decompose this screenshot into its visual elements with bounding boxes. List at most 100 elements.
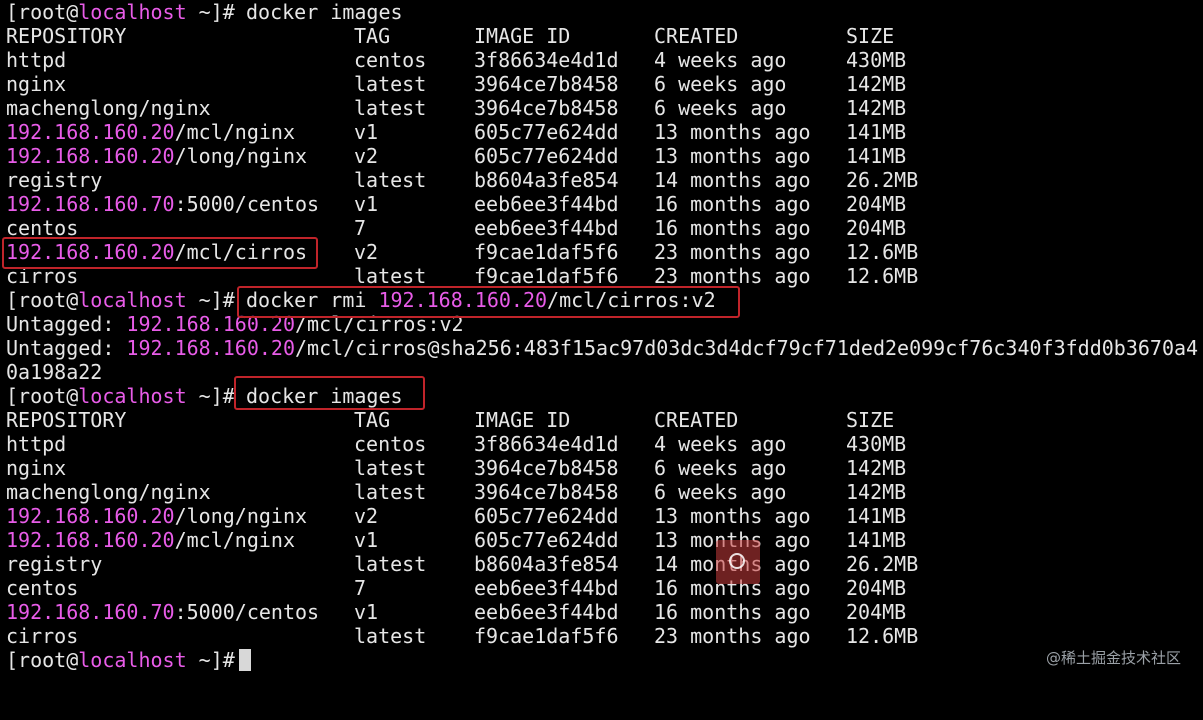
cell-size: 141MB bbox=[846, 144, 907, 168]
cell-size: 204MB bbox=[846, 216, 907, 240]
output-line: Untagged: 192.168.160.20/mcl/cirros:v2 bbox=[6, 312, 464, 336]
cell-image-id: 3964ce7b8458 bbox=[474, 96, 619, 120]
col-size: SIZE bbox=[846, 24, 895, 48]
table-row: machenglong/nginx latest 3964ce7b8458 6 wee… bbox=[6, 96, 906, 120]
cell-created: 6 weeks ago bbox=[654, 72, 787, 96]
cell-image-id: 3964ce7b8458 bbox=[474, 456, 619, 480]
cell-size: 430MB bbox=[846, 48, 907, 72]
cell-tag: latest bbox=[354, 96, 427, 120]
cell-tag: latest bbox=[354, 264, 427, 288]
command-text: docker rmi 192.168.160.20/mcl/cirros:v2 bbox=[246, 288, 716, 312]
table-row: 192.168.160.20/mcl/cirros v2 f9cae1daf5f6 2… bbox=[6, 240, 918, 264]
table-row: 192.168.160.20/mcl/nginx v1 605c77e624dd 13… bbox=[6, 528, 906, 552]
cell-image-id: 3f86634e4d1d bbox=[474, 432, 619, 456]
prompt: [root@localhost ~]# bbox=[6, 384, 235, 408]
cell-image-id: b8604a3fe854 bbox=[474, 168, 619, 192]
col-image-id: IMAGE ID bbox=[474, 24, 571, 48]
cell-tag: v1 bbox=[354, 528, 379, 552]
cell-tag: v2 bbox=[354, 504, 379, 528]
cell-tag: v2 bbox=[354, 144, 379, 168]
prompt-line: [root@localhost ~]# docker images bbox=[6, 384, 403, 408]
table-row: 192.168.160.70:5000/centos v1 eeb6ee3f44bd… bbox=[6, 192, 906, 216]
cell-repository: httpd bbox=[6, 48, 67, 72]
cell-tag: latest bbox=[354, 480, 427, 504]
table-row: 192.168.160.70:5000/centos v1 eeb6ee3f44bd… bbox=[6, 600, 906, 624]
cell-created: 4 weeks ago bbox=[654, 432, 787, 456]
cell-created: 6 weeks ago bbox=[654, 456, 787, 480]
cell-size: 12.6MB bbox=[846, 240, 919, 264]
table-row: centos 7 eeb6ee3f44bd 16 months ago 204MB bbox=[6, 216, 906, 240]
cell-size: 142MB bbox=[846, 480, 907, 504]
cell-size: 12.6MB bbox=[846, 264, 919, 288]
col-image-id: IMAGE ID bbox=[474, 408, 571, 432]
table-row: nginx latest 3964ce7b8458 6 weeks ago 142MB bbox=[6, 456, 906, 480]
cell-image-id: b8604a3fe854 bbox=[474, 552, 619, 576]
cell-repository: 192.168.160.20/mcl/nginx bbox=[6, 120, 295, 144]
watermark: @稀土掘金技术社区 bbox=[1045, 649, 1181, 667]
cell-size: 141MB bbox=[846, 528, 907, 552]
cell-tag: v1 bbox=[354, 600, 379, 624]
cell-repository: machenglong/nginx bbox=[6, 480, 211, 504]
table-row: machenglong/nginx latest 3964ce7b8458 6 wee… bbox=[6, 480, 906, 504]
table-header: REPOSITORY TAG IMAGE ID CREATED SIZE bbox=[6, 408, 894, 432]
cell-size: 26.2MB bbox=[846, 168, 919, 192]
cell-size: 141MB bbox=[846, 504, 907, 528]
cell-repository: 192.168.160.70:5000/centos bbox=[6, 192, 320, 216]
prompt: [root@localhost ~]# bbox=[6, 0, 235, 24]
cell-tag: v2 bbox=[354, 240, 379, 264]
prompt-line[interactable]: [root@localhost ~]# bbox=[6, 648, 251, 672]
circle-icon bbox=[729, 553, 745, 569]
cell-repository: 192.168.160.20/mcl/nginx bbox=[6, 528, 295, 552]
cell-created: 14 months ago bbox=[654, 168, 811, 192]
overlay-badge bbox=[716, 540, 760, 584]
cell-image-id: eeb6ee3f44bd bbox=[474, 600, 619, 624]
cell-size: 430MB bbox=[846, 432, 907, 456]
cell-repository: 192.168.160.20/long/nginx bbox=[6, 144, 308, 168]
cell-tag: latest bbox=[354, 624, 427, 648]
cell-size: 204MB bbox=[846, 600, 907, 624]
cell-image-id: 605c77e624dd bbox=[474, 528, 619, 552]
cell-created: 13 months ago bbox=[654, 120, 811, 144]
prompt-line: [root@localhost ~]# docker images bbox=[6, 0, 403, 24]
cell-tag: latest bbox=[354, 552, 427, 576]
cell-tag: centos bbox=[354, 432, 427, 456]
output-line: 0a198a22 bbox=[6, 360, 103, 384]
cell-image-id: f9cae1daf5f6 bbox=[474, 264, 619, 288]
cell-created: 23 months ago bbox=[654, 240, 811, 264]
col-created: CREATED bbox=[654, 24, 739, 48]
cell-created: 6 weeks ago bbox=[654, 480, 787, 504]
col-tag: TAG bbox=[354, 24, 391, 48]
table-row: 192.168.160.20/long/nginx v2 605c77e624dd 1… bbox=[6, 144, 906, 168]
cell-repository: nginx bbox=[6, 72, 67, 96]
cell-size: 141MB bbox=[846, 120, 907, 144]
cell-repository: nginx bbox=[6, 456, 67, 480]
cell-tag: v1 bbox=[354, 120, 379, 144]
cell-image-id: 3964ce7b8458 bbox=[474, 480, 619, 504]
cell-image-id: eeb6ee3f44bd bbox=[474, 192, 619, 216]
cell-image-id: 605c77e624dd bbox=[474, 504, 619, 528]
cell-created: 16 months ago bbox=[654, 216, 811, 240]
prompt: [root@localhost ~]# bbox=[6, 288, 235, 312]
col-created: CREATED bbox=[654, 408, 739, 432]
cell-tag: 7 bbox=[354, 216, 367, 240]
cell-created: 23 months ago bbox=[654, 624, 811, 648]
cell-created: 4 weeks ago bbox=[654, 48, 787, 72]
terminal-output[interactable]: [root@localhost ~]# docker images REPOSI… bbox=[6, 0, 1199, 672]
cell-image-id: eeb6ee3f44bd bbox=[474, 216, 619, 240]
cell-image-id: 605c77e624dd bbox=[474, 120, 619, 144]
cell-image-id: f9cae1daf5f6 bbox=[474, 240, 619, 264]
cell-repository: centos bbox=[6, 216, 79, 240]
cell-created: 13 months ago bbox=[654, 504, 811, 528]
table-row: 192.168.160.20/mcl/nginx v1 605c77e624dd 13… bbox=[6, 120, 906, 144]
table-row: registrylatestb8604a3fe85414 months ago2… bbox=[6, 552, 918, 576]
col-repository: REPOSITORY bbox=[6, 408, 127, 432]
cell-created: 16 months ago bbox=[654, 192, 811, 216]
table-row: registrylatestb8604a3fe85414 months ago2… bbox=[6, 168, 918, 192]
cell-image-id: eeb6ee3f44bd bbox=[474, 576, 619, 600]
table-row: nginx latest 3964ce7b8458 6 weeks ago 142MB bbox=[6, 72, 906, 96]
cell-size: 142MB bbox=[846, 456, 907, 480]
table-row: httpd centos 3f86634e4d1d 4 weeks ago 430MB bbox=[6, 48, 906, 72]
table-header: REPOSITORY TAG IMAGE ID CREATED SIZE bbox=[6, 24, 894, 48]
output-line: Untagged: 192.168.160.20/mcl/cirros@sha2… bbox=[6, 336, 1199, 360]
cell-repository: machenglong/nginx bbox=[6, 96, 211, 120]
